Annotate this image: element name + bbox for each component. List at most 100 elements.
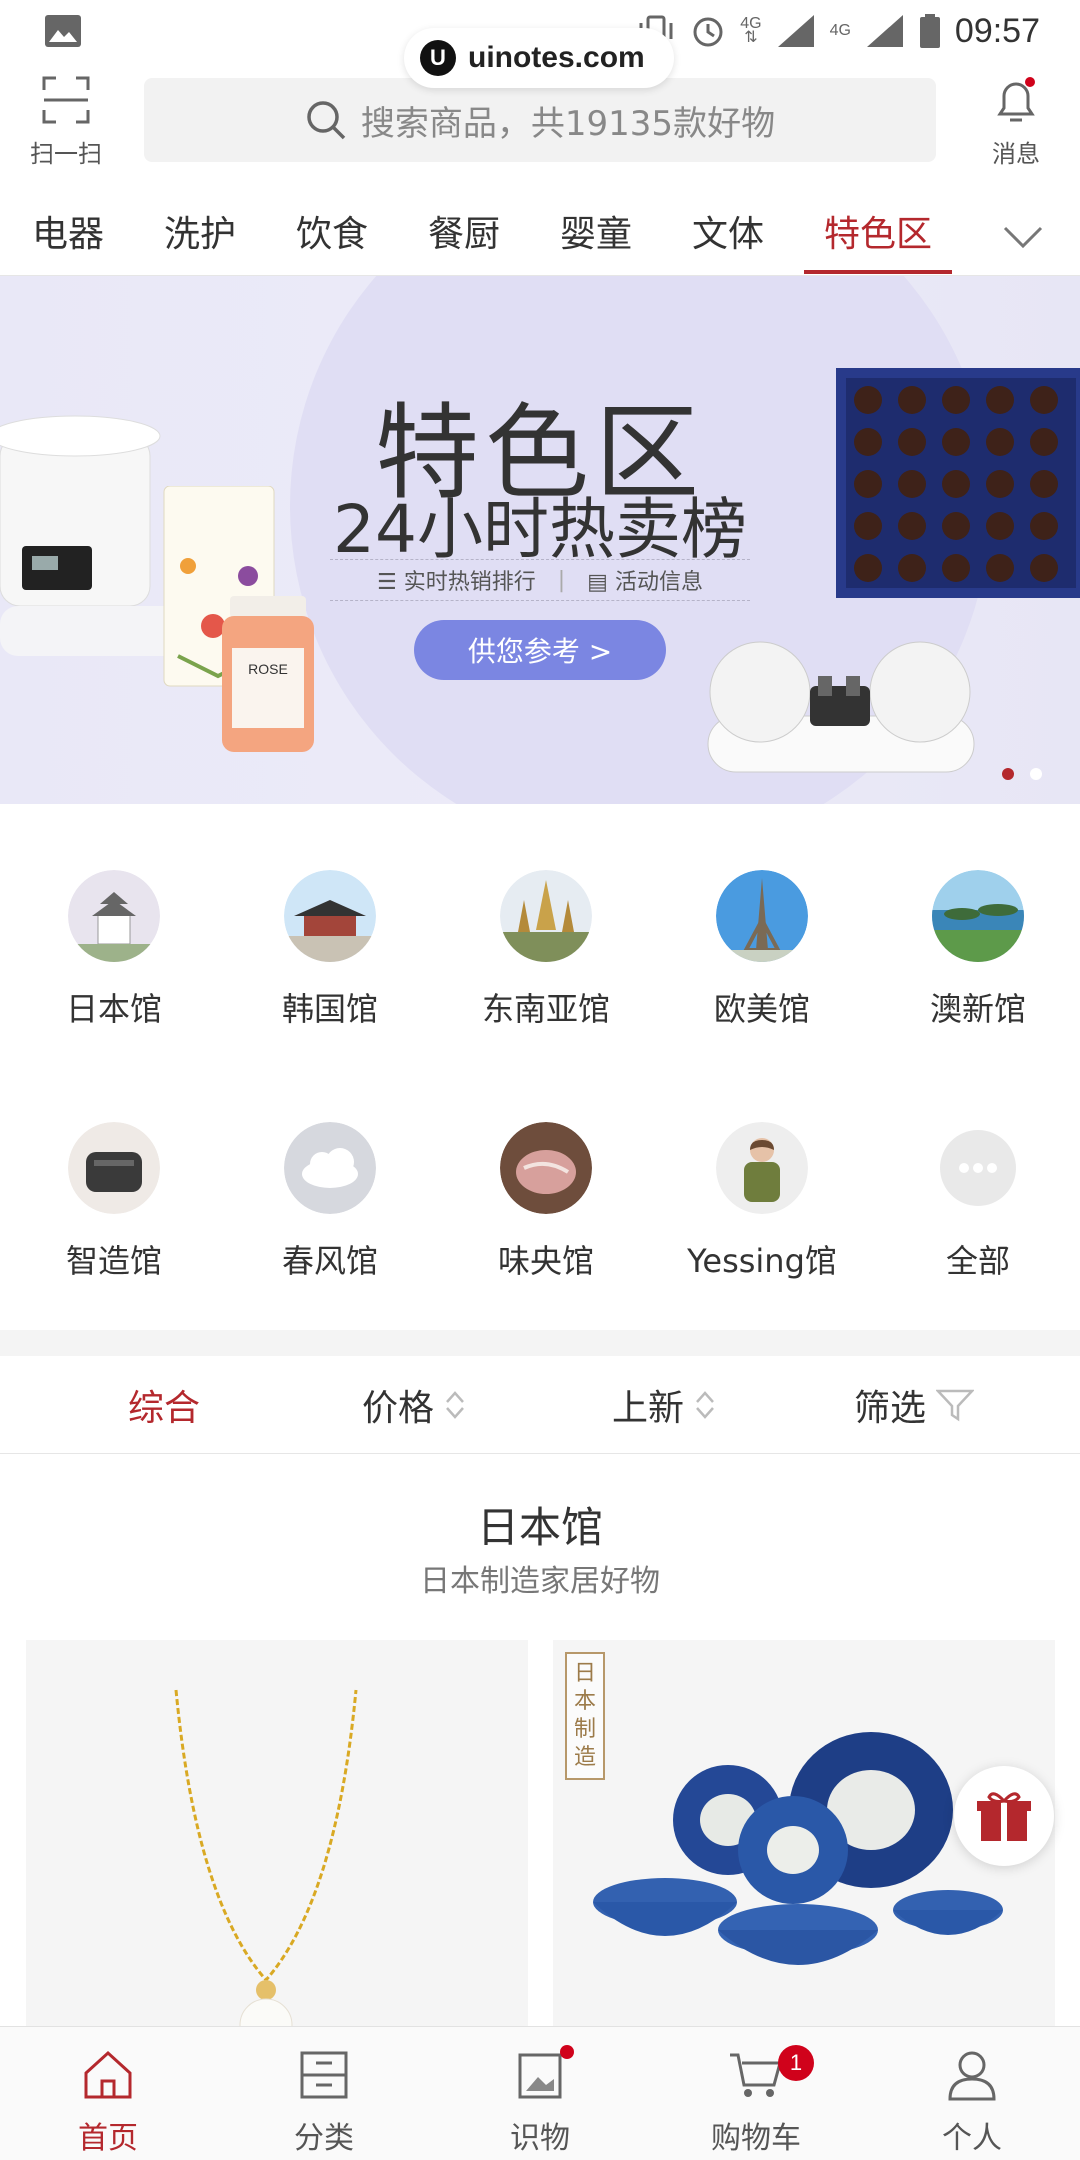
sort-comprehensive[interactable]: 综合 [128, 1356, 200, 1454]
nz-landscape-icon [932, 870, 1024, 962]
alarm-icon [693, 17, 723, 47]
filter-button[interactable]: 筛选 [854, 1356, 975, 1454]
pork-meat-icon [500, 1122, 592, 1214]
chevron-down-icon[interactable] [1002, 222, 1044, 252]
pavilion-label: Yessing馆 [687, 1242, 837, 1280]
nav-discover[interactable]: 识物 [432, 2027, 648, 2160]
cart-count-badge: 1 [778, 2045, 814, 2081]
nav-label: 分类 [294, 2121, 354, 2156]
network-indicator: 4G ⇅ [740, 15, 762, 46]
nav-cart[interactable]: 1 购物车 [648, 2027, 864, 2160]
sort-arrows-icon [696, 1391, 714, 1419]
svg-text:ROSE: ROSE [248, 661, 288, 677]
message-button[interactable]: 消息 [976, 74, 1056, 169]
fashion-model-icon [716, 1122, 808, 1214]
pavilion-label: 味央馆 [497, 1242, 594, 1280]
nav-label: 识物 [510, 2121, 570, 2156]
nav-profile[interactable]: 个人 [864, 2027, 1080, 2160]
tab-appliances[interactable]: 电器 [32, 210, 104, 274]
category-icon [300, 2051, 348, 2099]
japan-castle-icon [68, 870, 160, 962]
filter-icon [936, 1389, 975, 1422]
discover-icon [518, 2053, 562, 2099]
search-placeholder: 搜索商品，共19135款好物 [360, 103, 776, 144]
search-input[interactable]: 搜索商品，共19135款好物 [144, 78, 936, 162]
chocolate-box-image [836, 368, 1080, 598]
thai-temple-icon [500, 870, 592, 962]
banner-info: ☰ 实时热销排行 | ▤ 活动信息 [330, 559, 750, 601]
section-divider [0, 1330, 1080, 1356]
nav-label: 首页 [78, 2121, 138, 2156]
gift-icon [977, 1792, 1031, 1841]
pavilion-label: 日本馆 [65, 990, 162, 1028]
network-indicator-2: 4G [829, 22, 851, 39]
pavilion-label: 欧美馆 [713, 990, 810, 1028]
network-label-2: 4G [829, 22, 851, 39]
section-subtitle: 日本制造家居好物 [420, 1564, 660, 1599]
smart-device-icon [68, 1122, 160, 1214]
pavilion-label: 智造馆 [65, 1242, 162, 1280]
nav-home[interactable]: 首页 [0, 2027, 216, 2160]
pavilion-all[interactable]: 全部 [870, 1122, 1080, 1282]
bottom-navigation: 首页 分类 识物 1 购物车 个人 [0, 2026, 1080, 2160]
pavilion-europe-america[interactable]: 欧美馆 [654, 870, 870, 1030]
made-in-japan-badge: 日本制造 [565, 1652, 605, 1780]
tab-baby[interactable]: 婴童 [560, 210, 632, 274]
tab-kitchen[interactable]: 餐厨 [428, 210, 500, 274]
speaker-product-image [707, 641, 975, 773]
banner-cta-button[interactable]: 供您参考 > [414, 620, 666, 680]
tab-sports[interactable]: 文体 [692, 210, 764, 274]
profile-icon [948, 2051, 996, 2101]
watermark-logo: U [420, 40, 456, 76]
promo-banner[interactable]: ROSE 特色区 24小时热卖榜 ☰ 实时热销排行 | ▤ 活动信息 供您参考 … [0, 276, 1080, 804]
pavilion-australia-nz[interactable]: 澳新馆 [870, 870, 1080, 1030]
tab-featured[interactable]: 特色区 [803, 210, 953, 274]
pavilion-korea[interactable]: 韩国馆 [222, 870, 438, 1030]
nav-category[interactable]: 分类 [216, 2027, 432, 2160]
sort-label: 上新 [612, 1388, 685, 1429]
activity-label: 活动信息 [614, 570, 703, 595]
pavilion-japan[interactable]: 日本馆 [6, 870, 222, 1030]
category-tabs: 电器 洗护 饮食 餐厨 婴童 文体 特色区 [0, 200, 1080, 276]
home-icon [84, 2050, 132, 2099]
product-card-necklace[interactable] [26, 1640, 528, 2030]
sort-label: 综合 [128, 1388, 201, 1429]
sort-newest[interactable]: 上新 [612, 1356, 716, 1454]
sort-price[interactable]: 价格 [362, 1356, 466, 1454]
pavilion-southeast-asia[interactable]: 东南亚馆 [438, 870, 654, 1030]
pavilion-label: 东南亚馆 [481, 990, 610, 1028]
discover-notification-dot [560, 2045, 574, 2059]
scan-button[interactable]: 扫一扫 [26, 74, 106, 169]
pavilion-yessing[interactable]: Yessing馆 [654, 1122, 870, 1282]
pavilion-label: 韩国馆 [281, 990, 378, 1028]
pagination-dot-active[interactable] [1002, 768, 1014, 780]
sort-arrows-icon [446, 1391, 464, 1419]
nav-label: 个人 [942, 2121, 1002, 2156]
pavilion-weiyang[interactable]: 味央馆 [438, 1122, 654, 1282]
gift-floating-button[interactable] [954, 1766, 1054, 1866]
bell-icon [997, 77, 1035, 122]
pavilion-spring-breeze[interactable]: 春风馆 [222, 1122, 438, 1282]
necklace-product-image [174, 1689, 358, 2030]
clock: 09:57 [954, 11, 1040, 50]
banner-pagination [1002, 768, 1042, 780]
cloud-icon [284, 1122, 376, 1214]
section-title: 日本馆 [476, 1503, 603, 1552]
pavilion-smart[interactable]: 智造馆 [6, 1122, 222, 1282]
pagination-dot[interactable] [1030, 768, 1042, 780]
gallery-icon [45, 15, 81, 47]
eiffel-tower-icon [716, 870, 808, 962]
sort-label: 筛选 [854, 1388, 927, 1429]
sort-bar: 综合 价格 上新 筛选 [0, 1356, 1080, 1454]
scan-label: 扫一扫 [30, 140, 102, 168]
signal-icon [777, 15, 814, 47]
tab-food[interactable]: 饮食 [296, 210, 368, 274]
ranking-label: 实时热销排行 [403, 570, 536, 595]
search-icon [307, 101, 346, 140]
tab-personal-care[interactable]: 洗护 [164, 210, 236, 274]
battery-icon [919, 14, 940, 48]
pavilion-label: 春风馆 [281, 1242, 378, 1280]
pavilion-label: 全部 [945, 1242, 1010, 1280]
pavilion-label: 澳新馆 [929, 990, 1026, 1028]
watermark-text: uinotes.com [468, 41, 645, 74]
